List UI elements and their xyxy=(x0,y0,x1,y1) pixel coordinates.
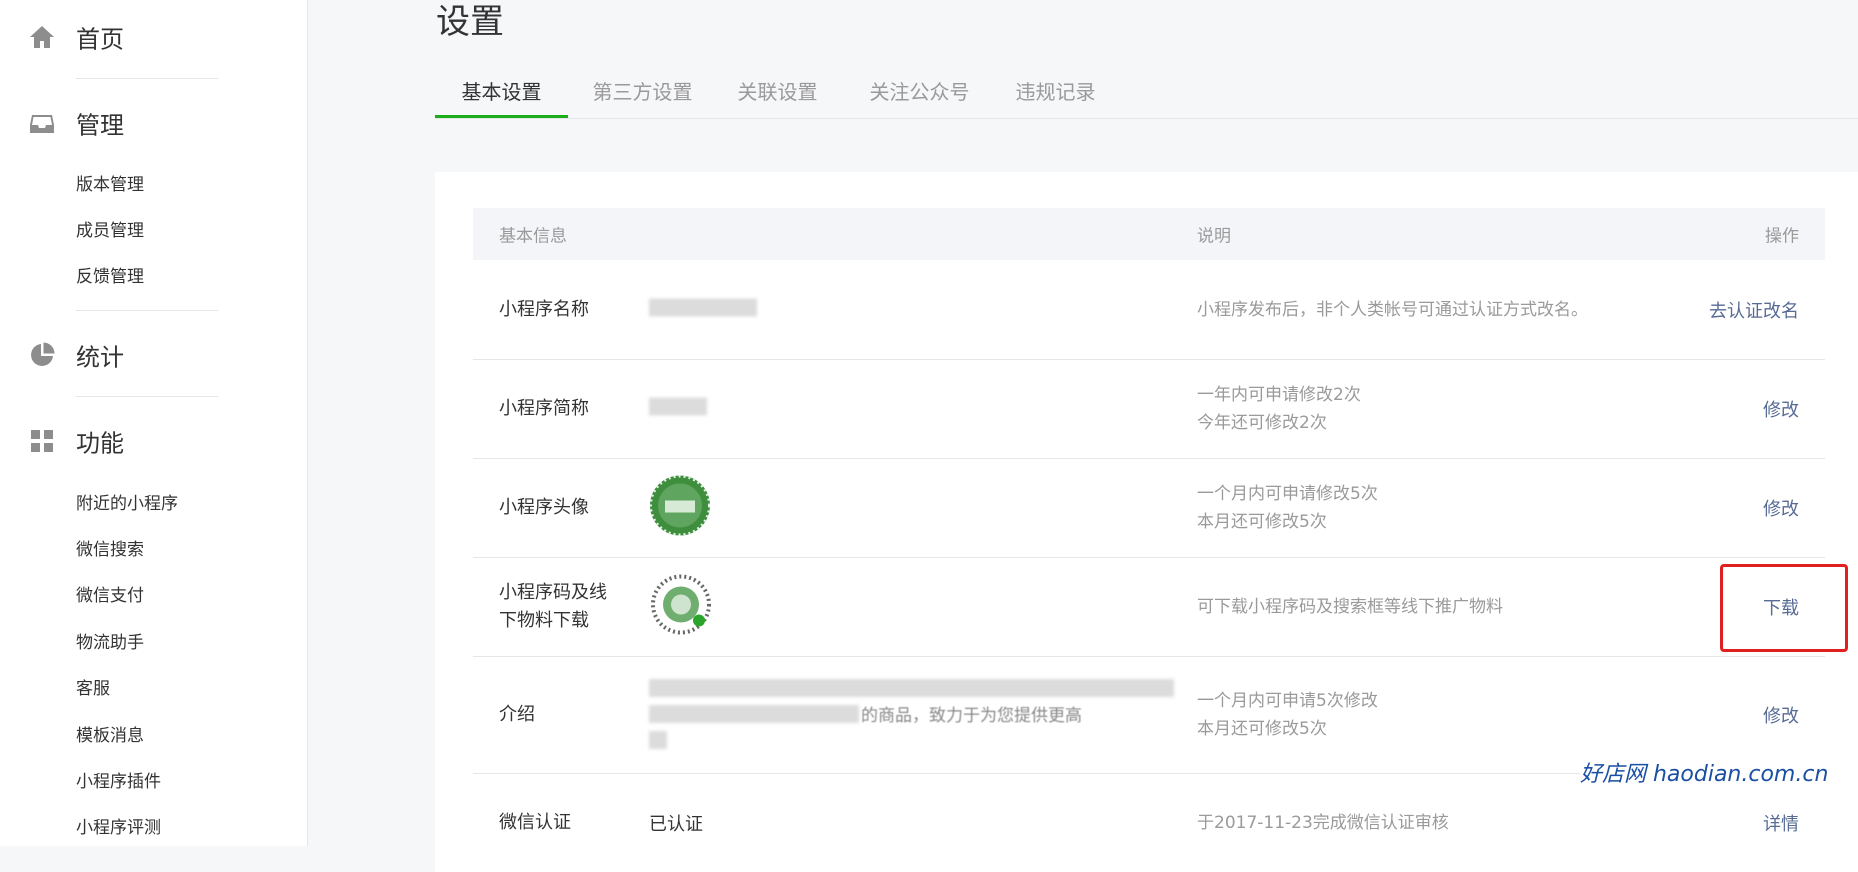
row-desc: 小程序发布后，非个人类帐号可通过认证方式改名。 xyxy=(1197,299,1588,320)
sidebar-item-version-manage[interactable]: 版本管理 xyxy=(76,171,144,199)
row-label: 小程序名称 xyxy=(499,298,589,320)
sidebar-item-template-message[interactable]: 模板消息 xyxy=(76,722,144,750)
table-header: 基本信息 说明 操作 xyxy=(473,208,1825,260)
table-row: 小程序码及线 下物料下载 可下载小程序码及搜索框等线下推广物料 下载 xyxy=(473,557,1825,657)
tab-third-party[interactable]: 第三方设置 xyxy=(590,72,695,118)
sidebar: 首页 管理 版本管理 成员管理 反馈管理 统计 功能 附近的小程序 微信搜索 微… xyxy=(0,0,308,846)
row-label: 小程序头像 xyxy=(499,496,589,518)
row-desc: 于2017-11-23完成微信认证审核 xyxy=(1197,812,1449,833)
edit-link[interactable]: 修改 xyxy=(1763,495,1799,521)
edit-link[interactable]: 修改 xyxy=(1763,702,1799,728)
header-desc: 说明 xyxy=(1197,226,1231,247)
row-desc: 可下载小程序码及搜索框等线下推广物料 xyxy=(1197,596,1503,617)
pie-chart-icon xyxy=(31,342,55,366)
qr-code-icon xyxy=(649,572,713,641)
sidebar-item-nearby[interactable]: 附近的小程序 xyxy=(76,490,178,518)
table-row: 小程序头像 一个月内可申请修改5次 本月还可修改5次 修改 xyxy=(473,458,1825,558)
tab-association[interactable]: 关联设置 xyxy=(735,72,820,118)
blurred-value xyxy=(649,397,707,420)
sidebar-item-label: 管理 xyxy=(76,111,124,140)
divider xyxy=(76,310,218,311)
row-label: 介绍 xyxy=(499,703,535,725)
home-icon xyxy=(30,26,54,48)
sidebar-item-label: 首页 xyxy=(76,25,124,54)
highlight-box xyxy=(1720,564,1848,652)
sidebar-item-review[interactable]: 小程序评测 xyxy=(76,814,161,842)
sidebar-item-feedback-manage[interactable]: 反馈管理 xyxy=(76,263,144,291)
sidebar-item-member-manage[interactable]: 成员管理 xyxy=(76,217,144,245)
tab-follow-official[interactable]: 关注公众号 xyxy=(867,72,972,118)
grid-icon xyxy=(31,430,53,452)
details-link[interactable]: 详情 xyxy=(1763,810,1799,836)
inbox-icon xyxy=(30,115,54,133)
header-action: 操作 xyxy=(1765,226,1799,247)
divider xyxy=(76,78,218,79)
main-content: 设置 基本设置 第三方设置 关联设置 关注公众号 违规记录 基本信息 说明 操作… xyxy=(308,0,1858,872)
sidebar-item-label: 功能 xyxy=(76,429,124,458)
watermark: 好店网 haodian.com.cn xyxy=(1580,756,1829,788)
avatar xyxy=(649,474,711,541)
sidebar-item-wechat-search[interactable]: 微信搜索 xyxy=(76,536,144,564)
row-label: 小程序码及线 下物料下载 xyxy=(499,581,607,631)
tab-bar: 基本设置 第三方设置 关联设置 关注公众号 违规记录 xyxy=(435,72,1858,119)
rename-link[interactable]: 去认证改名 xyxy=(1709,297,1799,323)
divider xyxy=(76,396,218,397)
page-title: 设置 xyxy=(436,2,504,42)
header-info: 基本信息 xyxy=(499,226,567,247)
tab-basic-settings[interactable]: 基本设置 xyxy=(435,72,568,118)
row-desc: 一个月内可申请5次修改 本月还可修改5次 xyxy=(1197,690,1378,739)
tab-violation[interactable]: 违规记录 xyxy=(1013,72,1098,118)
sidebar-item-manage[interactable]: 管理 xyxy=(0,96,308,150)
row-label: 小程序简称 xyxy=(499,397,589,419)
cert-status: 已认证 xyxy=(649,813,703,835)
blurred-value xyxy=(649,298,757,321)
sidebar-item-wechat-pay[interactable]: 微信支付 xyxy=(76,582,144,610)
sidebar-item-plugins[interactable]: 小程序插件 xyxy=(76,768,161,796)
sidebar-item-customer-service[interactable]: 客服 xyxy=(76,675,110,703)
row-label: 微信认证 xyxy=(499,811,571,833)
row-desc: 一年内可申请修改2次 今年还可修改2次 xyxy=(1197,384,1361,433)
row-desc: 一个月内可申请修改5次 本月还可修改5次 xyxy=(1197,483,1378,532)
blurred-intro: 的商品，致力于为您提供更高 xyxy=(649,675,1174,755)
table-row: 小程序简称 一年内可申请修改2次 今年还可修改2次 修改 xyxy=(473,359,1825,459)
sidebar-item-home[interactable]: 首页 xyxy=(0,10,308,64)
sidebar-item-label: 统计 xyxy=(76,343,124,372)
table-row: 小程序名称 小程序发布后，非个人类帐号可通过认证方式改名。 去认证改名 xyxy=(473,260,1825,360)
sidebar-item-features[interactable]: 功能 xyxy=(0,414,308,468)
sidebar-item-stats[interactable]: 统计 xyxy=(0,328,308,382)
sidebar-item-logistics[interactable]: 物流助手 xyxy=(76,629,144,657)
edit-link[interactable]: 修改 xyxy=(1763,396,1799,422)
